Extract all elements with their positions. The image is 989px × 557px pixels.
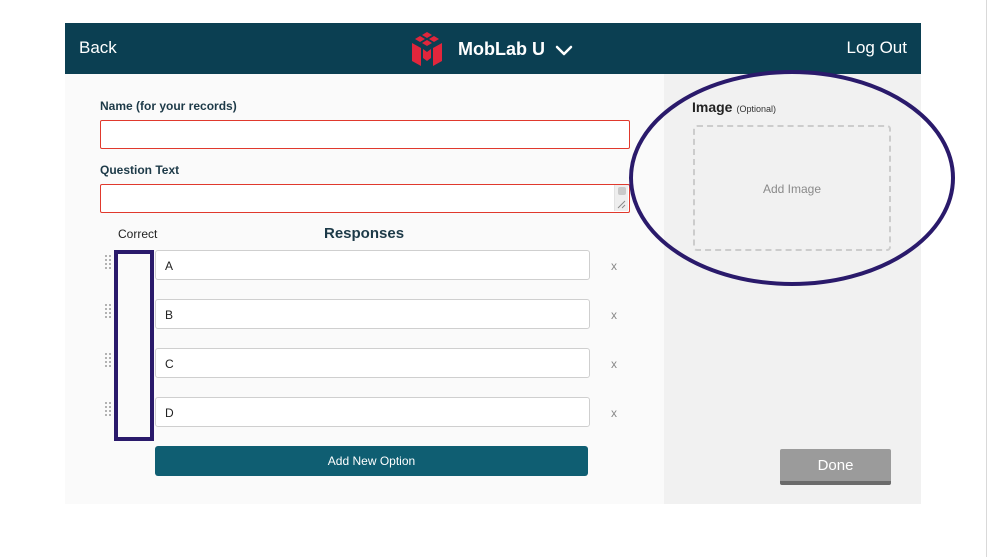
- correct-column-label: Correct: [118, 227, 158, 241]
- remove-response-c-button[interactable]: x: [611, 357, 617, 371]
- response-input-d[interactable]: D: [155, 397, 590, 427]
- remove-response-b-button[interactable]: x: [611, 308, 617, 322]
- textarea-resize-handle[interactable]: [614, 185, 628, 211]
- question-text-label: Question Text: [100, 163, 180, 177]
- remove-response-a-button[interactable]: x: [611, 259, 617, 273]
- resize-grip-icon: [617, 200, 626, 209]
- chevron-down-icon: [555, 45, 573, 55]
- moblab-logo-icon: [412, 32, 442, 66]
- top-bar: Back MobLab U Log Out: [65, 23, 921, 74]
- window-edge: [986, 0, 987, 557]
- brand-menu[interactable]: MobLab U: [410, 31, 573, 67]
- add-new-option-button[interactable]: Add New Option: [155, 446, 588, 476]
- screen: Back MobLab U Log Out Name (for your rec…: [0, 0, 989, 557]
- name-input[interactable]: [100, 120, 630, 149]
- response-input-a[interactable]: A: [155, 250, 590, 280]
- responses-title: Responses: [324, 225, 405, 242]
- name-label: Name (for your records): [100, 99, 237, 113]
- correct-column-highlight: [114, 250, 154, 441]
- done-button[interactable]: Done: [780, 449, 891, 485]
- logout-button[interactable]: Log Out: [847, 38, 908, 58]
- response-input-b[interactable]: B: [155, 299, 590, 329]
- question-text-input[interactable]: [100, 184, 630, 213]
- response-input-c[interactable]: C: [155, 348, 590, 378]
- brand-name: MobLab U: [458, 38, 545, 59]
- back-button[interactable]: Back: [79, 38, 117, 58]
- scroll-knob-icon: [618, 187, 626, 195]
- remove-response-d-button[interactable]: x: [611, 406, 617, 420]
- image-highlight-ellipse: [629, 70, 955, 286]
